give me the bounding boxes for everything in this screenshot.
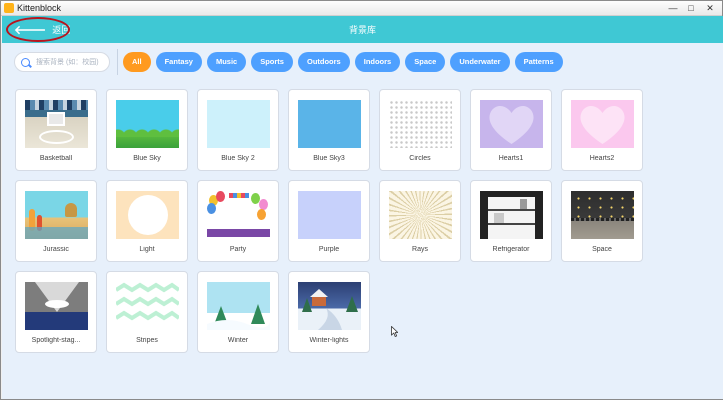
tag-filter-bar: All Fantasy Music Sports Outdoors Indoor… xyxy=(123,52,563,72)
backdrop-thumbnail xyxy=(571,191,634,239)
backdrop-name: Hearts1 xyxy=(498,155,524,162)
tag-space[interactable]: Space xyxy=(405,52,446,72)
library-header: 🡐 返回 背景库 xyxy=(2,16,723,43)
backdrop-tile-jurassic[interactable]: Jurassic xyxy=(15,180,97,262)
backdrop-tile-blue-sky[interactable]: Blue Sky xyxy=(106,89,188,171)
backdrop-tile-spotlight-stage[interactable]: Spotlight-stag... xyxy=(15,271,97,353)
tag-fantasy[interactable]: Fantasy xyxy=(155,52,202,72)
backdrop-thumbnail xyxy=(116,191,179,239)
backdrop-tile-stripes[interactable]: Stripes xyxy=(106,271,188,353)
backdrop-name: Party xyxy=(229,246,247,253)
backdrop-thumbnail xyxy=(298,100,361,148)
backdrop-name: Light xyxy=(139,246,155,253)
backdrop-thumbnail xyxy=(207,100,270,148)
minimize-button[interactable]: — xyxy=(666,2,680,14)
backdrop-thumbnail xyxy=(116,282,179,330)
backdrop-name: Hearts2 xyxy=(589,155,615,162)
tag-indoors[interactable]: Indoors xyxy=(354,52,401,72)
library-content: 搜索背景 (如：校园) All Fantasy Music Sports Out… xyxy=(2,43,723,399)
backdrop-name: Purple xyxy=(318,246,340,253)
backdrop-name: Circles xyxy=(409,155,431,162)
heart-icon xyxy=(489,106,534,144)
backdrop-name: Winter-lights xyxy=(309,337,349,344)
tag-sports[interactable]: Sports xyxy=(251,52,293,72)
backdrop-thumbnail xyxy=(25,100,88,148)
window-titlebar: Kittenblock — □ ✕ xyxy=(1,1,722,16)
tag-outdoors[interactable]: Outdoors xyxy=(297,52,350,72)
mouse-cursor-icon xyxy=(391,326,398,337)
maximize-button[interactable]: □ xyxy=(684,2,698,14)
backdrop-thumbnail xyxy=(298,282,361,330)
backdrop-tile-blue-sky3[interactable]: Blue Sky3 xyxy=(288,89,370,171)
backdrop-tile-winter-lights[interactable]: Winter-lights xyxy=(288,271,370,353)
backdrop-name: Winter xyxy=(227,337,249,344)
backdrop-name: Space xyxy=(592,246,612,253)
backdrop-name: Refrigerator xyxy=(492,246,530,253)
app-icon xyxy=(4,3,14,13)
backdrop-tile-hearts2[interactable]: Hearts2 xyxy=(561,89,643,171)
backdrop-thumbnail xyxy=(207,191,270,239)
backdrop-name: Blue Sky3 xyxy=(313,155,345,162)
backdrop-tile-rays[interactable]: Rays xyxy=(379,180,461,262)
backdrop-tile-purple[interactable]: Purple xyxy=(288,180,370,262)
pine-trees-icon xyxy=(207,304,270,330)
backdrop-thumbnail xyxy=(25,191,88,239)
backdrop-tile-space[interactable]: Space xyxy=(561,180,643,262)
backdrop-thumbnail xyxy=(116,100,179,148)
search-placeholder: 搜索背景 (如：校园) xyxy=(36,59,99,66)
backdrop-tile-winter[interactable]: Winter xyxy=(197,271,279,353)
backdrop-thumbnail xyxy=(207,282,270,330)
backdrop-thumbnail xyxy=(389,100,452,148)
backdrop-name: Basketball xyxy=(39,155,73,162)
backdrop-tile-hearts1[interactable]: Hearts1 xyxy=(470,89,552,171)
backdrop-thumbnail xyxy=(480,100,543,148)
backdrop-name: Jurassic xyxy=(43,246,69,253)
winter-village-icon xyxy=(302,289,358,330)
backdrop-thumbnail xyxy=(389,191,452,239)
backdrop-name: Stripes xyxy=(136,337,158,344)
tag-music[interactable]: Music xyxy=(206,52,247,72)
page-title: 背景库 xyxy=(348,25,376,35)
tag-underwater[interactable]: Underwater xyxy=(450,52,510,72)
backdrop-tile-light[interactable]: Light xyxy=(106,180,188,262)
app-window: Kittenblock — □ ✕ 🡐 返回 背景库 搜索背景 (如：校园) A… xyxy=(0,0,723,400)
tag-patterns[interactable]: Patterns xyxy=(514,52,563,72)
backdrop-thumbnail xyxy=(480,191,543,239)
backdrop-name: Blue Sky xyxy=(133,155,161,162)
heart-icon xyxy=(580,106,625,144)
backdrop-thumbnail xyxy=(298,191,361,239)
backdrop-tile-basketball[interactable]: Basketball xyxy=(15,89,97,171)
tag-all[interactable]: All xyxy=(123,52,151,72)
backdrop-tile-circles[interactable]: Circles xyxy=(379,89,461,171)
backdrop-tile-blue-sky-2[interactable]: Blue Sky 2 xyxy=(197,89,279,171)
backdrop-tile-party[interactable]: Party xyxy=(197,180,279,262)
search-icon xyxy=(21,57,30,67)
search-input[interactable]: 搜索背景 (如：校园) xyxy=(14,52,110,72)
backdrop-thumbnail xyxy=(25,282,88,330)
backdrop-tile-refrigerator[interactable]: Refrigerator xyxy=(470,180,552,262)
backdrop-thumbnail xyxy=(571,100,634,148)
stripes-pattern-icon xyxy=(116,282,179,321)
close-window-button[interactable]: ✕ xyxy=(703,2,717,14)
backdrop-name: Spotlight-stag... xyxy=(31,337,81,344)
backdrop-name: Blue Sky 2 xyxy=(221,155,255,162)
window-title: Kittenblock xyxy=(17,3,62,13)
backdrop-name: Rays xyxy=(412,246,428,253)
filter-divider xyxy=(117,49,118,75)
